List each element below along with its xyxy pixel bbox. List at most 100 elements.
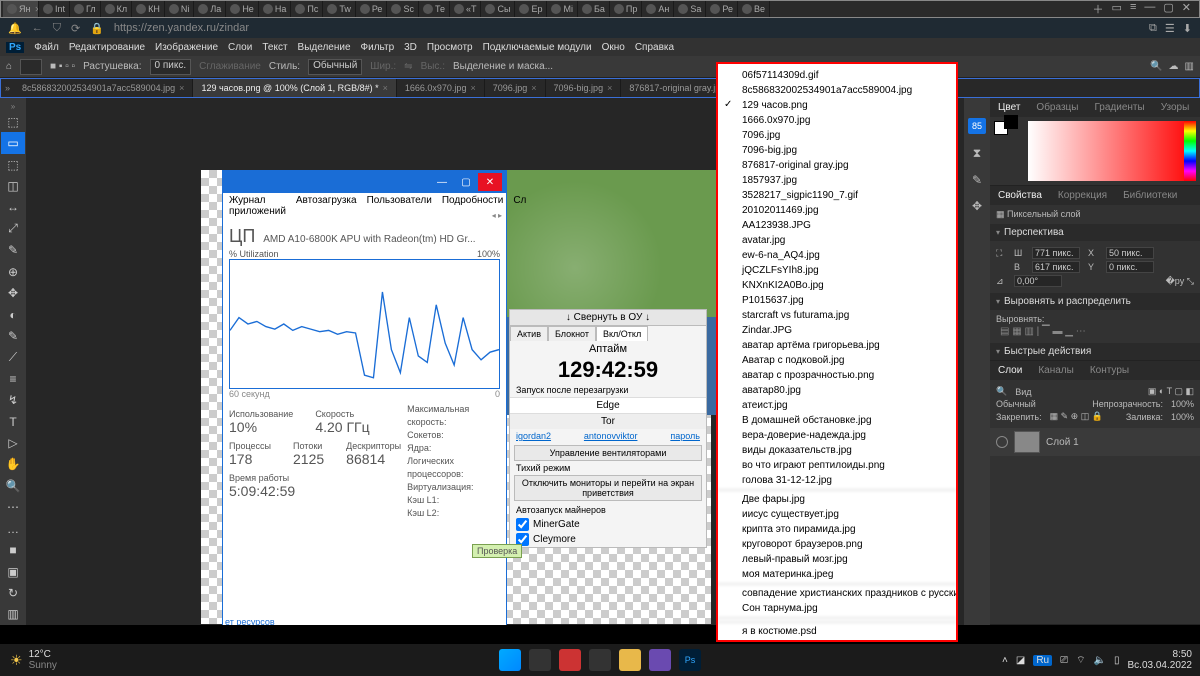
srv-tab[interactable]: Актив	[510, 326, 548, 341]
ps-menu-item[interactable]: Окно	[602, 42, 625, 53]
tm-tab[interactable]: Автозагрузка	[296, 195, 357, 209]
perspective-hdr[interactable]: Перспектива	[990, 224, 1200, 241]
yandex-icon[interactable]	[559, 649, 581, 671]
browser-tab[interactable]: Tw	[323, 1, 356, 17]
ps-tool[interactable]: ⤢	[1, 218, 25, 239]
align-hdr[interactable]: Выровнять и распределить	[990, 293, 1200, 310]
opac-v[interactable]: 100%	[1171, 399, 1194, 409]
panel-tab[interactable]: Свойства	[990, 188, 1050, 203]
workspace-icon[interactable]: ▥	[1185, 61, 1194, 72]
ps-tool[interactable]: ✥	[1, 282, 25, 303]
file-menu-item[interactable]: 8c586832002534901a7acc589004.jpg	[718, 83, 956, 98]
file-menu-item[interactable]: 1857937.jpg	[718, 173, 956, 188]
browser-tab[interactable]: Ба	[578, 1, 610, 17]
lock-icons[interactable]: ▦ ✎ ⊕ ◫ 🔒	[1050, 411, 1103, 422]
file-menu-item[interactable]: во что играют рептилоиды.png	[718, 458, 956, 473]
ps-menu-item[interactable]: 3D	[404, 42, 417, 53]
file-menu-item[interactable]: Аватар с подковой.jpg	[718, 353, 956, 368]
lang-indicator[interactable]: Ru	[1033, 655, 1052, 666]
marquee-icon[interactable]	[20, 59, 42, 75]
file-menu-item[interactable]: 876817-original gray.jpg	[718, 158, 956, 173]
Y-input[interactable]	[1106, 261, 1154, 273]
panel-tab[interactable]: Образцы	[1028, 100, 1086, 115]
hue-slider[interactable]	[1184, 121, 1196, 181]
panel-tab[interactable]: Каналы	[1030, 363, 1082, 378]
file-menu-item[interactable]: крипта это пирамида.jpg	[718, 522, 956, 537]
panel-tab[interactable]: Библиотеки	[1115, 188, 1185, 203]
file-menu-item[interactable]: 7096.jpg	[718, 128, 956, 143]
tray-chevron-icon[interactable]: ˄	[1002, 655, 1008, 666]
ps-tool[interactable]: ↻	[1, 582, 25, 603]
ps-tool[interactable]: ■	[1, 539, 25, 560]
panel-tab[interactable]: Цвет	[990, 100, 1028, 115]
search-icon[interactable]: 🔍	[1150, 61, 1162, 72]
ps-doc-tab[interactable]: 8c586832002534901a7acc589004.jpg×	[14, 79, 193, 97]
browser-tab[interactable]: Ла	[194, 1, 226, 17]
ps-doc-tab[interactable]: 7096-big.jpg×	[546, 79, 622, 97]
ps-menu-item[interactable]: Редактирование	[69, 42, 145, 53]
W-input[interactable]	[1032, 247, 1080, 259]
file-menu-item[interactable]: виды доказательств.jpg	[718, 443, 956, 458]
clock-time[interactable]: 8:50	[1128, 649, 1193, 660]
menu-icon[interactable]: ≡	[1130, 1, 1136, 17]
file-menu-item[interactable]: 129 часов.png	[718, 98, 956, 113]
browser-tab[interactable]: Ре	[706, 1, 738, 17]
new-tab-icon[interactable]: ＋	[1093, 1, 1104, 17]
file-menu-item[interactable]: моя материнка.jpeg	[718, 567, 956, 582]
browser-tab[interactable]: Ре	[356, 1, 388, 17]
clock-date[interactable]: Вс.03.04.2022	[1128, 660, 1193, 671]
panel-tab[interactable]: Коррекция	[1050, 188, 1115, 203]
ps-tool[interactable]: ⬚	[1, 154, 25, 175]
reload-icon[interactable]: ⟳	[71, 22, 80, 35]
srv-password[interactable]: пароль	[670, 431, 700, 441]
browser-tab[interactable]: Sc	[387, 1, 419, 17]
srv-off-button[interactable]: Отключить мониторы и перейти на экран пр…	[514, 475, 702, 501]
browser-tab[interactable]: Сы	[481, 1, 515, 17]
tm-close-icon[interactable]: ✕	[478, 173, 502, 191]
explorer-icon[interactable]	[619, 649, 641, 671]
notifications-icon[interactable]: 🔔	[8, 22, 22, 35]
url-text[interactable]: https://zen.yandex.ru/zindar	[114, 22, 249, 34]
align-icons[interactable]: ▤ ▦ ▥ | ▔ ▬ ▁ ⋯	[996, 324, 1194, 339]
ps-tool[interactable]: ▥	[1, 604, 25, 625]
start-icon[interactable]	[499, 649, 521, 671]
browser-tab[interactable]: Ер	[515, 1, 547, 17]
ps-tool[interactable]: 🔍	[1, 475, 25, 496]
file-menu-item[interactable]: левый-правый мозг.jpg	[718, 552, 956, 567]
search-icon-tb[interactable]	[529, 649, 551, 671]
ps-tool[interactable]: ▣	[1, 561, 25, 582]
ps-tool[interactable]: ⊕	[1, 261, 25, 282]
tm-tab[interactable]: Пользователи	[367, 195, 432, 209]
browser-tab[interactable]: Те	[419, 1, 450, 17]
file-menu-item[interactable]: 06f57114309d.gif	[718, 68, 956, 83]
history-icon[interactable]: ⧗	[973, 146, 981, 161]
ps-doc-tab[interactable]: 7096.jpg×	[485, 79, 546, 97]
feather-value[interactable]: 0 пикс.	[150, 59, 192, 75]
fill-v[interactable]: 100%	[1171, 412, 1194, 422]
tm-tab[interactable]: Журнал приложений	[229, 195, 286, 209]
ps-85-badge[interactable]: 85	[968, 118, 986, 134]
maximize-icon[interactable]: ▢	[1163, 1, 1173, 17]
panel-tab[interactable]: Слои	[990, 363, 1030, 378]
network-icon[interactable]: ⌔	[1076, 654, 1085, 667]
minimize-icon[interactable]: ―	[1144, 1, 1155, 17]
ps-menu-item[interactable]: Фильтр	[361, 42, 395, 53]
srv-edge-button[interactable]: Edge	[510, 397, 706, 413]
volume-icon[interactable]: 🔈	[1094, 655, 1106, 666]
ps-menu-item[interactable]: Подключаемые модули	[483, 42, 592, 53]
app-icon[interactable]	[649, 649, 671, 671]
browser-tab[interactable]: Пс	[291, 1, 323, 17]
ps-menu-item[interactable]: Просмотр	[427, 42, 473, 53]
file-menu-item[interactable]: атеист.jpg	[718, 398, 956, 413]
ps-menu-item[interactable]: Изображение	[155, 42, 218, 53]
file-menu-item[interactable]: Сон тарнума.jpg	[718, 601, 956, 616]
ps-tool[interactable]: ✎	[1, 325, 25, 346]
browser-tab[interactable]: Ni	[165, 1, 195, 17]
panel-tab[interactable]: Контуры	[1082, 363, 1137, 378]
layer-filter-icons[interactable]: ▣ ◐ T ▢ ◧	[1148, 386, 1194, 397]
ps-tool[interactable]: ◐	[1, 304, 25, 325]
browser-tab[interactable]: Mi	[547, 1, 578, 17]
download-icon[interactable]: ⬇	[1183, 22, 1192, 35]
ps-tool[interactable]: ▭	[1, 132, 25, 153]
tm-min-icon[interactable]: ―	[430, 173, 454, 191]
